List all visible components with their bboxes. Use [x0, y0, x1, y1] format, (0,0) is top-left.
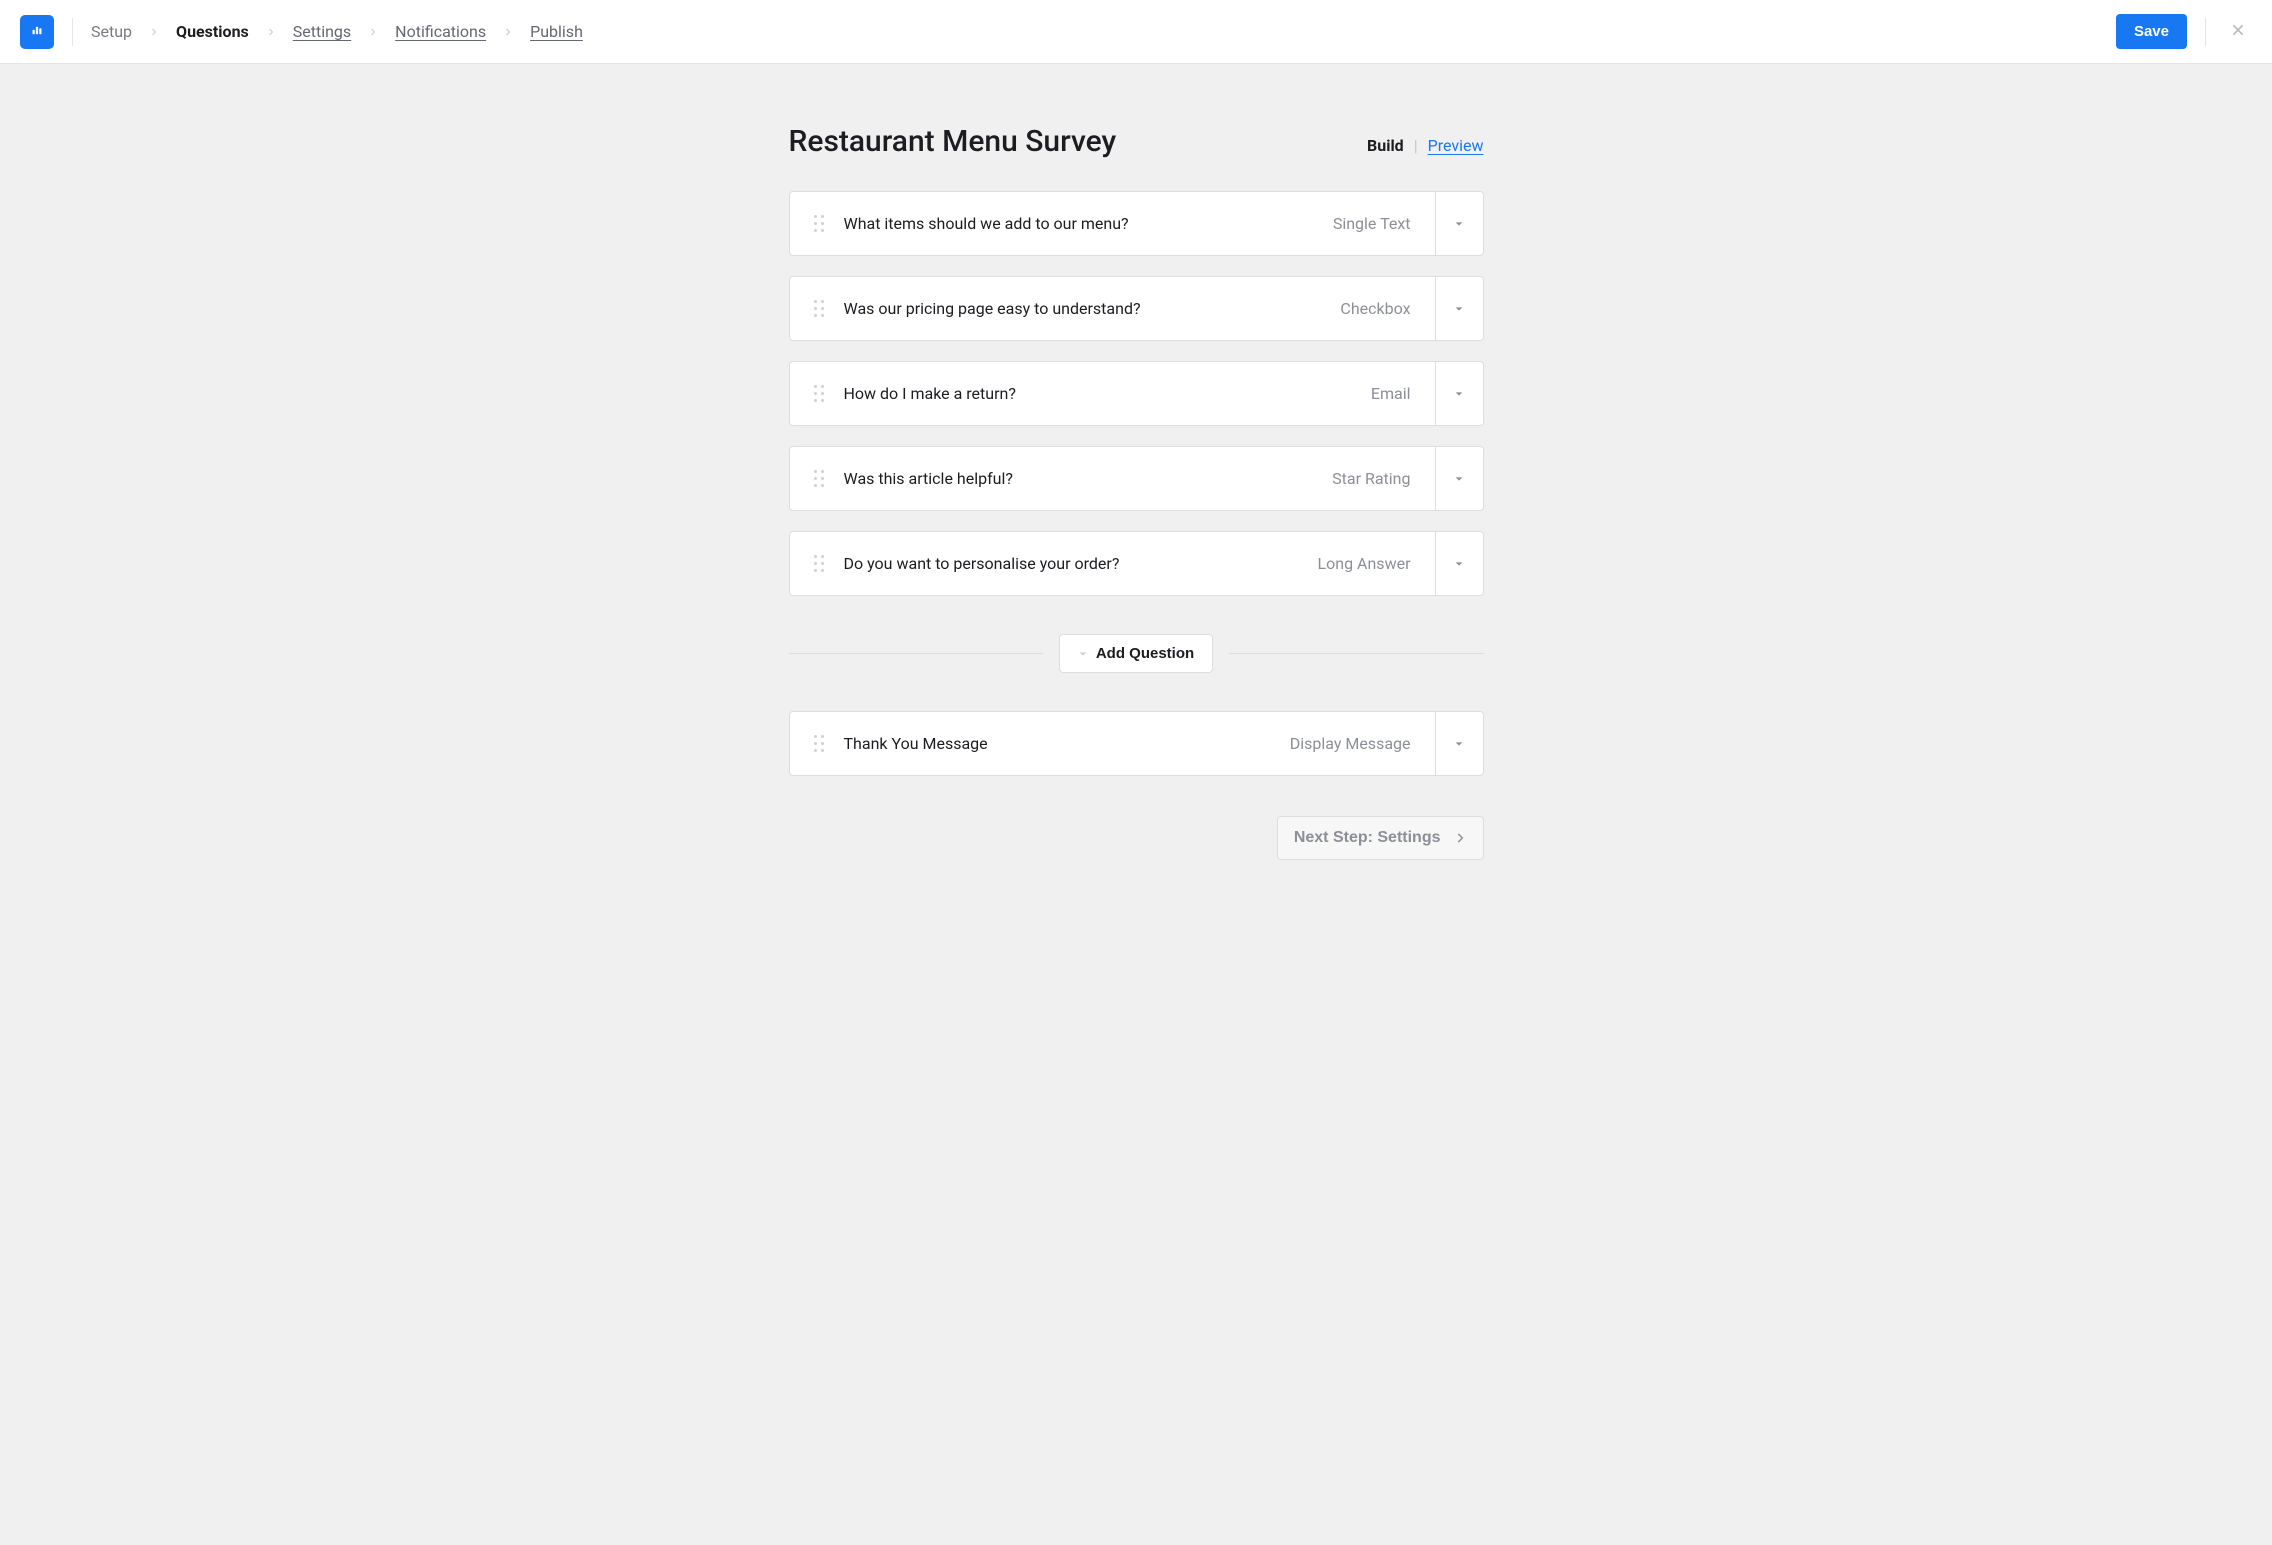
- question-type: Single Text: [1333, 214, 1411, 233]
- caret-down-icon: [1454, 389, 1464, 399]
- question-main: Thank You Message Display Message: [790, 712, 1435, 775]
- breadcrumb-setup[interactable]: Setup: [91, 22, 132, 41]
- caret-down-icon: [1078, 649, 1088, 659]
- drag-handle-icon[interactable]: [814, 300, 824, 317]
- chevron-right-icon: [367, 26, 379, 38]
- top-navigation: Setup Questions Settings Notifications P…: [0, 0, 2272, 64]
- close-icon: [2230, 22, 2246, 38]
- chevron-right-icon: [1453, 831, 1467, 845]
- topbar-left: Setup Questions Settings Notifications P…: [8, 15, 583, 49]
- question-main: Was our pricing page easy to understand?…: [790, 277, 1435, 340]
- question-card[interactable]: Do you want to personalise your order? L…: [789, 531, 1484, 596]
- drag-handle-icon[interactable]: [814, 470, 824, 487]
- divider: [789, 653, 1043, 654]
- separator: |: [1414, 136, 1418, 155]
- question-list: What items should we add to our menu? Si…: [789, 191, 1484, 776]
- footer-nav: Next Step: Settings: [789, 816, 1484, 860]
- separator: [72, 18, 73, 46]
- question-main: Do you want to personalise your order? L…: [790, 532, 1435, 595]
- caret-down-icon: [1454, 219, 1464, 229]
- drag-handle-icon[interactable]: [814, 385, 824, 402]
- save-button[interactable]: Save: [2116, 14, 2187, 49]
- expand-button[interactable]: [1435, 277, 1483, 340]
- expand-button[interactable]: [1435, 447, 1483, 510]
- divider: [1229, 653, 1483, 654]
- build-tab[interactable]: Build: [1367, 136, 1404, 155]
- question-main: Was this article helpful? Star Rating: [790, 447, 1435, 510]
- add-question-button[interactable]: Add Question: [1059, 634, 1213, 673]
- question-card[interactable]: Was this article helpful? Star Rating: [789, 446, 1484, 511]
- expand-button[interactable]: [1435, 192, 1483, 255]
- content-header: Restaurant Menu Survey Build | Preview: [789, 124, 1484, 159]
- chart-bubble-icon: [28, 23, 46, 41]
- drag-handle-icon[interactable]: [814, 215, 824, 232]
- question-main: How do I make a return? Email: [790, 362, 1435, 425]
- breadcrumb-notifications[interactable]: Notifications: [395, 22, 486, 41]
- caret-down-icon: [1454, 559, 1464, 569]
- question-card[interactable]: How do I make a return? Email: [789, 361, 1484, 426]
- expand-button[interactable]: [1435, 712, 1483, 775]
- caret-down-icon: [1454, 474, 1464, 484]
- next-step-button[interactable]: Next Step: Settings: [1277, 816, 1484, 860]
- view-toggle: Build | Preview: [1367, 136, 1483, 155]
- question-type: Email: [1371, 384, 1411, 403]
- chevron-right-icon: [265, 26, 277, 38]
- preview-tab[interactable]: Preview: [1428, 136, 1484, 155]
- chevron-right-icon: [148, 26, 160, 38]
- question-type: Long Answer: [1318, 554, 1411, 573]
- caret-down-icon: [1454, 739, 1464, 749]
- question-text: Do you want to personalise your order?: [844, 554, 1298, 573]
- app-logo[interactable]: [20, 15, 54, 49]
- main-content: Restaurant Menu Survey Build | Preview W…: [789, 64, 1484, 940]
- chevron-right-icon: [502, 26, 514, 38]
- question-main: What items should we add to our menu? Si…: [790, 192, 1435, 255]
- topbar-right: Save: [2116, 14, 2252, 49]
- question-type: Star Rating: [1332, 469, 1410, 488]
- breadcrumb: Setup Questions Settings Notifications P…: [91, 22, 583, 41]
- breadcrumb-publish[interactable]: Publish: [530, 22, 583, 41]
- question-text: Thank You Message: [844, 734, 1270, 753]
- next-step-label: Next Step: Settings: [1294, 829, 1441, 847]
- question-text: Was this article helpful?: [844, 469, 1313, 488]
- separator: [2205, 18, 2206, 46]
- add-question-row: Add Question: [789, 634, 1484, 673]
- add-question-label: Add Question: [1096, 645, 1194, 662]
- question-type: Display Message: [1290, 734, 1411, 753]
- question-text: What items should we add to our menu?: [844, 214, 1313, 233]
- question-text: Was our pricing page easy to understand?: [844, 299, 1321, 318]
- expand-button[interactable]: [1435, 362, 1483, 425]
- drag-handle-icon[interactable]: [814, 735, 824, 752]
- caret-down-icon: [1454, 304, 1464, 314]
- question-text: How do I make a return?: [844, 384, 1351, 403]
- breadcrumb-settings[interactable]: Settings: [293, 22, 351, 41]
- expand-button[interactable]: [1435, 532, 1483, 595]
- question-type: Checkbox: [1340, 299, 1410, 318]
- breadcrumb-questions[interactable]: Questions: [176, 22, 249, 41]
- question-card[interactable]: Was our pricing page easy to understand?…: [789, 276, 1484, 341]
- page-title: Restaurant Menu Survey: [789, 124, 1117, 159]
- drag-handle-icon[interactable]: [814, 555, 824, 572]
- question-card[interactable]: What items should we add to our menu? Si…: [789, 191, 1484, 256]
- thank-you-card[interactable]: Thank You Message Display Message: [789, 711, 1484, 776]
- close-button[interactable]: [2224, 16, 2252, 48]
